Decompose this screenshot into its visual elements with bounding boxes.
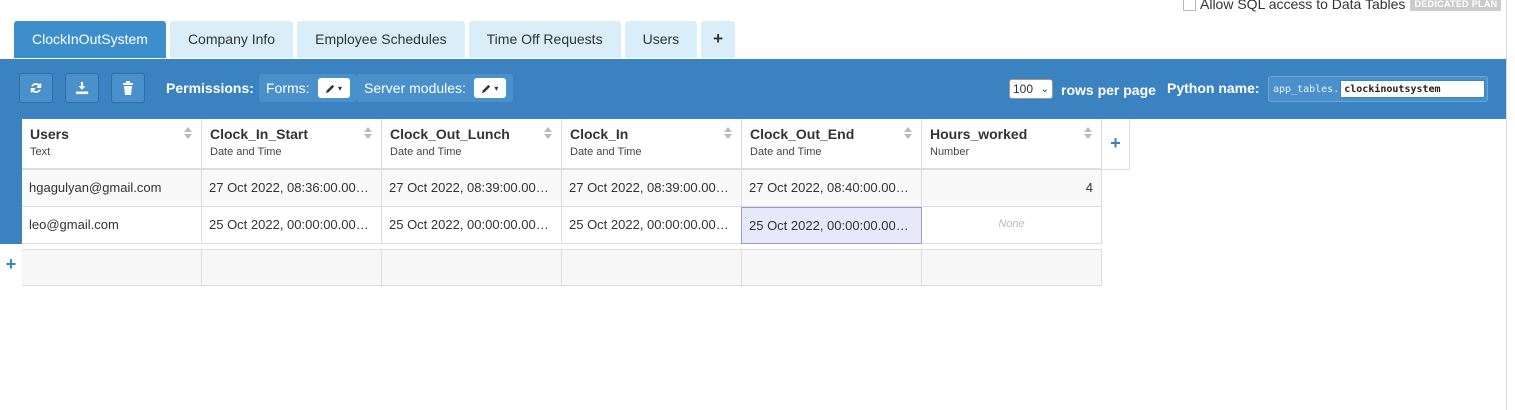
table-cell[interactable]: 27 Oct 2022, 08:40:00.000…: [742, 170, 922, 207]
forms-permission-group: Forms: ▾: [259, 74, 357, 102]
table-cell[interactable]: 27 Oct 2022, 08:39:00.000…: [562, 170, 742, 207]
column-header-clock-in-start[interactable]: Clock_In_Start Date and Time: [202, 119, 382, 170]
sql-access-label: Allow SQL access to Data Tables: [1200, 0, 1406, 12]
table-cell[interactable]: 27 Oct 2022, 08:39:00.000…: [382, 170, 562, 207]
trash-icon: [123, 81, 133, 95]
sort-icon[interactable]: [904, 127, 913, 141]
column-name: Clock_Out_End: [750, 126, 855, 142]
table-cell[interactable]: 4: [922, 170, 1102, 207]
sort-icon[interactable]: [1084, 127, 1093, 141]
sort-icon[interactable]: [724, 127, 733, 141]
chevron-down-icon: ⌄: [1040, 83, 1049, 95]
python-name-field: app_tables. clockinoutsystem: [1268, 76, 1488, 102]
new-row-cell[interactable]: [382, 249, 562, 286]
column-name: Clock_In_Start: [210, 126, 309, 142]
sort-icon[interactable]: [544, 127, 553, 141]
python-name-prefix: app_tables.: [1273, 83, 1340, 95]
column-type: Date and Time: [210, 146, 282, 158]
download-button[interactable]: [65, 73, 99, 103]
plus-icon: +: [5, 254, 17, 274]
rows-per-page-value: 100: [1013, 82, 1034, 96]
table-cell-empty[interactable]: None: [922, 207, 1102, 244]
tab-time-off-requests[interactable]: Time Off Requests: [468, 21, 621, 58]
refresh-icon: [30, 83, 42, 93]
column-type: Date and Time: [750, 146, 822, 158]
column-type: Text: [30, 146, 51, 158]
row-handle-strip: [0, 119, 22, 244]
column-header-hours-worked[interactable]: Hours_worked Number: [922, 119, 1102, 170]
pencil-icon: [482, 84, 491, 93]
sort-icon[interactable]: [364, 127, 373, 141]
column-header-users[interactable]: Users Text: [22, 119, 202, 170]
table-cell[interactable]: 25 Oct 2022, 00:00:00.000…: [382, 207, 562, 244]
server-modules-permission-dropdown[interactable]: ▾: [473, 78, 506, 98]
table-cell[interactable]: leo@gmail.com: [22, 207, 202, 244]
page-right-border: [1506, 0, 1507, 410]
column-name: Hours_worked: [930, 126, 1028, 142]
tab-company-info[interactable]: Company Info: [169, 21, 294, 58]
tab-clockinoutsystem[interactable]: ClockInOutSystem: [14, 21, 166, 58]
python-name-label: Python name:: [1167, 80, 1260, 96]
new-row-cell[interactable]: [202, 249, 382, 286]
table-cell[interactable]: hgagulyan@gmail.com: [22, 170, 202, 207]
add-row-button[interactable]: +: [0, 249, 22, 286]
chevron-down-icon: ▾: [494, 83, 499, 93]
tab-employee-schedules[interactable]: Employee Schedules: [297, 21, 465, 58]
selected-table-cell[interactable]: 25 Oct 2022, 00:00:00.000…: [741, 207, 922, 244]
sort-icon[interactable]: [184, 127, 193, 141]
plus-icon: +: [1110, 133, 1121, 153]
table-toolbar: Permissions: Forms: ▾ Server modules: ▾ …: [0, 59, 1506, 119]
column-type: Number: [930, 146, 970, 158]
column-header-clock-in[interactable]: Clock_In Date and Time: [562, 119, 742, 170]
rows-per-page-label: rows per page: [1061, 82, 1156, 98]
column-type: Date and Time: [570, 146, 642, 158]
pencil-icon: [325, 84, 335, 93]
forms-permission-dropdown[interactable]: ▾: [317, 78, 350, 98]
server-modules-label: Server modules:: [364, 80, 466, 96]
new-row-cell[interactable]: [742, 249, 922, 286]
column-name: Clock_Out_Lunch: [390, 126, 510, 142]
table-cell[interactable]: 27 Oct 2022, 08:36:00.000…: [202, 170, 382, 207]
rows-per-page-select[interactable]: 100 ⌄: [1009, 79, 1053, 99]
new-row-cell[interactable]: [922, 249, 1102, 286]
table-cell[interactable]: 25 Oct 2022, 00:00:00.000…: [202, 207, 382, 244]
forms-label: Forms:: [266, 80, 310, 96]
add-column-button[interactable]: +: [1102, 119, 1130, 170]
tab-users[interactable]: Users: [624, 21, 698, 58]
column-type: Date and Time: [390, 146, 462, 158]
permissions-label: Permissions:: [166, 80, 254, 96]
refresh-button[interactable]: [19, 73, 53, 103]
server-modules-permission-group: Server modules: ▾: [357, 74, 513, 102]
add-table-button[interactable]: +: [701, 21, 736, 58]
python-name-input[interactable]: clockinoutsystem: [1340, 80, 1485, 98]
column-header-clock-out-end[interactable]: Clock_Out_End Date and Time: [742, 119, 922, 170]
sql-access-checkbox[interactable]: [1183, 0, 1196, 11]
column-name: Clock_In: [570, 126, 629, 142]
column-header-clock-out-lunch[interactable]: Clock_Out_Lunch Date and Time: [382, 119, 562, 170]
chevron-down-icon: ▾: [338, 83, 343, 93]
delete-table-button[interactable]: [111, 73, 145, 103]
table-cell[interactable]: 25 Oct 2022, 00:00:00.000…: [562, 207, 742, 244]
table-tabs: ClockInOutSystem Company Info Employee S…: [14, 21, 736, 59]
download-icon: [75, 81, 89, 95]
new-row-cell[interactable]: [22, 249, 202, 286]
dedicated-plan-badge: DEDICATED PLAN: [1410, 0, 1502, 11]
new-row-cell[interactable]: [562, 249, 742, 286]
sql-access-option[interactable]: Allow SQL access to Data Tables DEDICATE…: [1183, 0, 1502, 12]
column-name: Users: [30, 126, 69, 142]
